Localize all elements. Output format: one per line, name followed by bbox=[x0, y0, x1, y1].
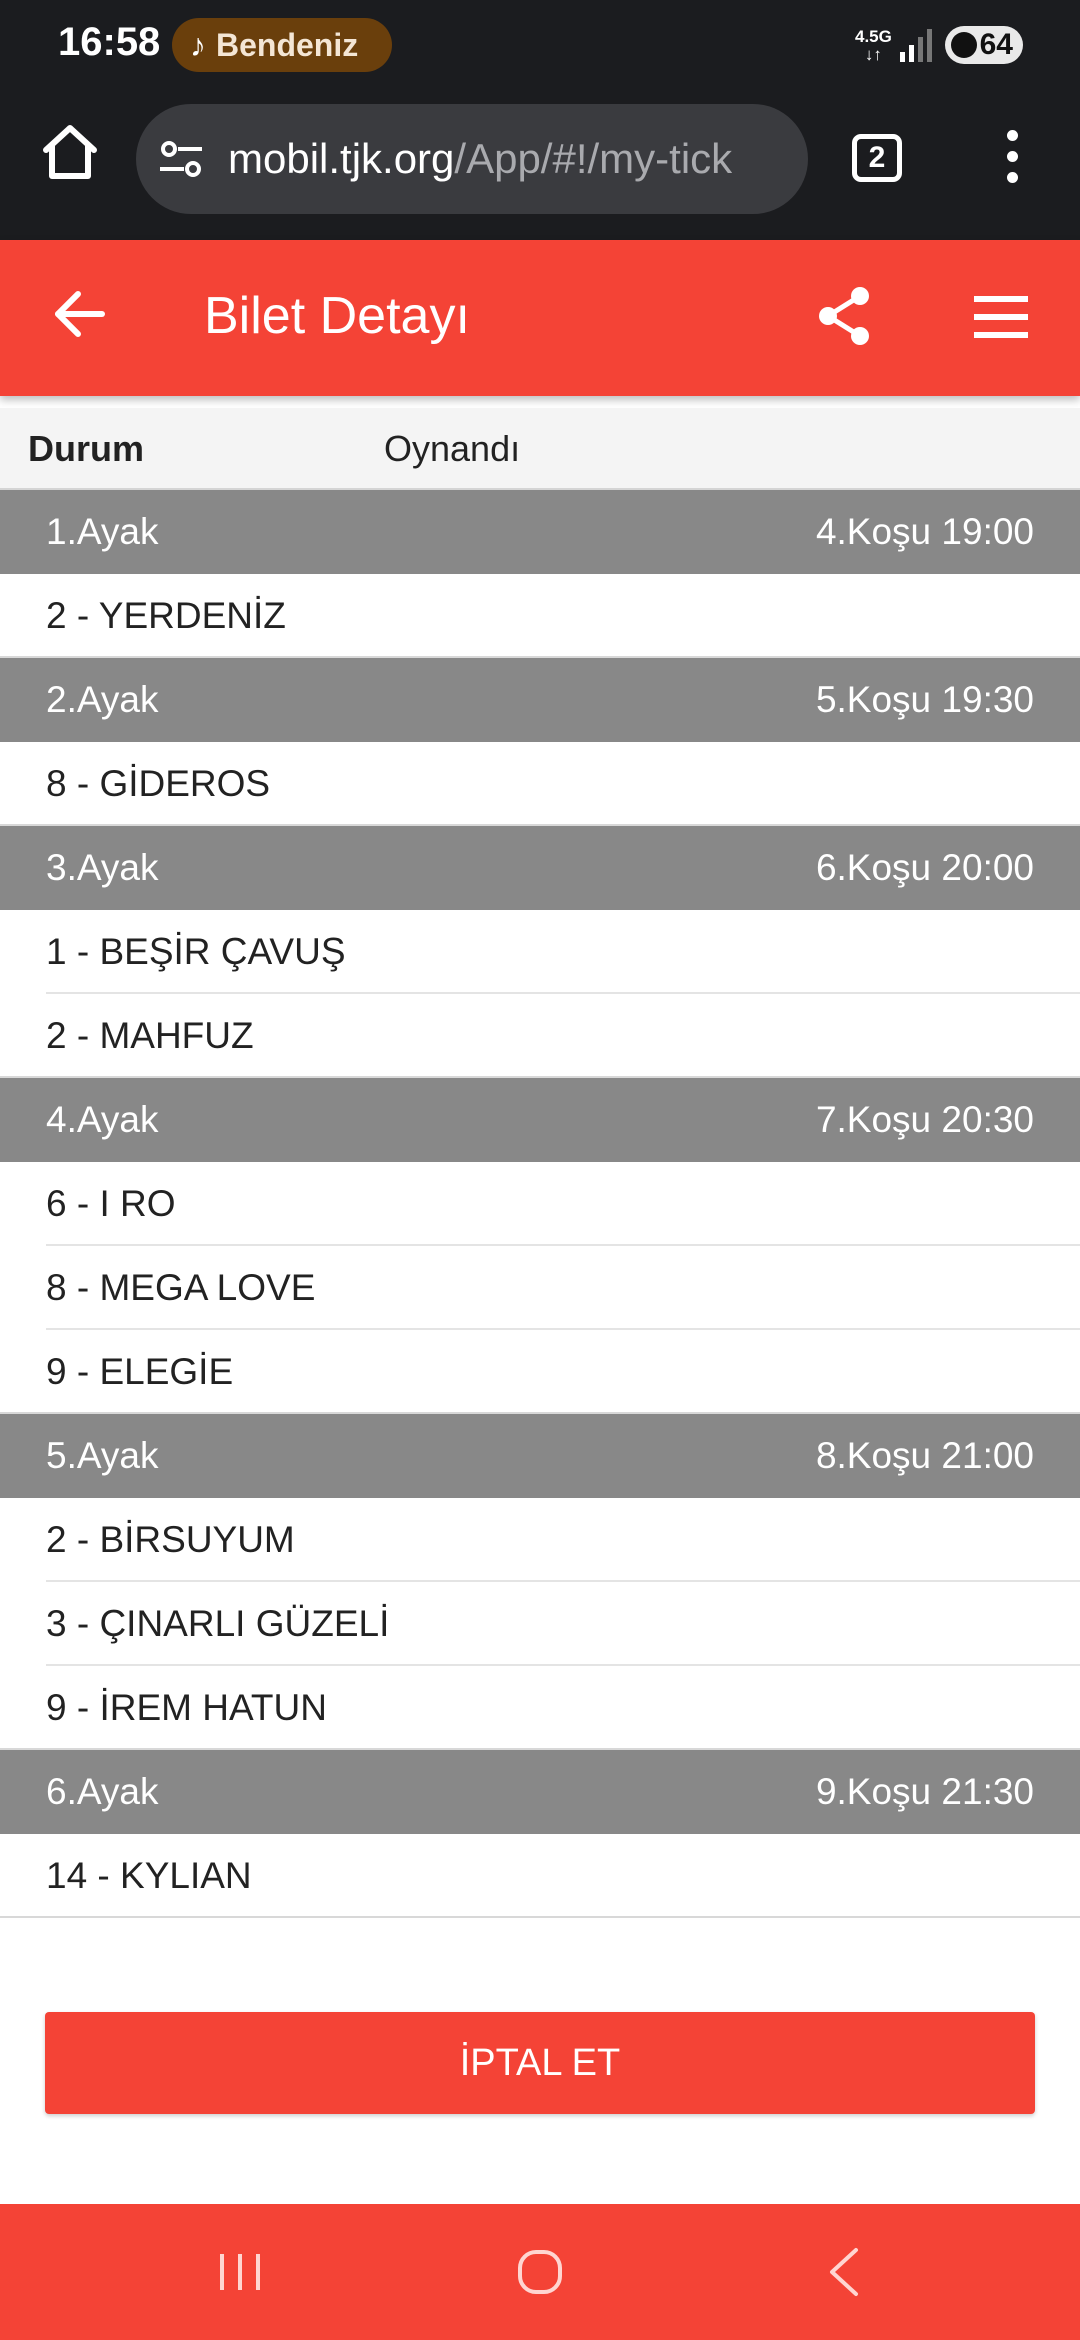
battery-level: 64 bbox=[979, 28, 1013, 61]
race-time: 7.Koşu 20:30 bbox=[815, 1099, 1034, 1140]
horse-row: 8 - MEGA LOVE bbox=[0, 1246, 1080, 1330]
horse-row: 2 - YERDENİZ bbox=[0, 574, 1080, 658]
recent-apps-icon[interactable] bbox=[216, 2250, 264, 2294]
browser-toolbar: mobil.tjk.org/App/#!/my-tick 2 bbox=[0, 98, 1080, 218]
horse-row: 2 - BİRSUYUM bbox=[0, 1498, 1080, 1582]
media-playing-chip[interactable]: ♪ Bendeniz bbox=[172, 18, 392, 72]
site-settings-icon[interactable] bbox=[158, 139, 204, 179]
horse-row: 1 - BEŞİR ÇAVUŞ bbox=[0, 910, 1080, 994]
url-host: mobil.tjk.org bbox=[228, 135, 455, 182]
status-value: Oynandı bbox=[384, 428, 521, 469]
tab-switcher-button[interactable]: 2 bbox=[852, 134, 902, 182]
hamburger-menu-icon[interactable] bbox=[974, 296, 1028, 338]
horse-row: 8 - GİDEROS bbox=[0, 742, 1080, 826]
page-title: Bilet Detayı bbox=[204, 287, 470, 345]
home-button-icon[interactable] bbox=[516, 2248, 564, 2296]
battery-indicator: 64 bbox=[945, 26, 1023, 64]
more-options-icon[interactable] bbox=[1000, 130, 1024, 190]
music-note-icon: ♪ bbox=[190, 26, 206, 63]
race-time: 8.Koşu 21:00 bbox=[815, 1435, 1034, 1476]
horse-row: 6 - I RO bbox=[0, 1162, 1080, 1246]
share-icon[interactable] bbox=[812, 284, 876, 348]
app-header: Bilet Detayı bbox=[0, 240, 1080, 396]
ticket-status-row: Durum Oynandı bbox=[0, 408, 1080, 490]
leg-header: 3.Ayak 6.Koşu 20:00 bbox=[0, 826, 1080, 910]
leg-header: 5.Ayak 8.Koşu 21:00 bbox=[0, 1414, 1080, 1498]
media-chip-text: Bendeniz bbox=[216, 26, 359, 63]
status-bar: 16:58 ♪ Bendeniz 4.5G ↓↑ 64 bbox=[0, 0, 1080, 90]
leg-title: 4.Ayak bbox=[46, 1099, 159, 1140]
leg-title: 2.Ayak bbox=[46, 679, 159, 720]
power-saving-icon bbox=[951, 32, 977, 58]
screen: 16:58 ♪ Bendeniz 4.5G ↓↑ 64 mobil.tjk.or… bbox=[0, 0, 1080, 2340]
leg-header: 6.Ayak 9.Koşu 21:30 bbox=[0, 1750, 1080, 1834]
leg-header: 1.Ayak 4.Koşu 19:00 bbox=[0, 490, 1080, 574]
address-bar[interactable]: mobil.tjk.org/App/#!/my-tick bbox=[136, 104, 808, 214]
leg-title: 1.Ayak bbox=[46, 511, 159, 552]
back-button-icon[interactable] bbox=[826, 2246, 862, 2298]
home-icon[interactable] bbox=[38, 120, 102, 184]
cancel-ticket-button[interactable]: İPTAL ET bbox=[45, 2012, 1035, 2114]
leg-title: 6.Ayak bbox=[46, 1771, 159, 1812]
race-time: 4.Koşu 19:00 bbox=[815, 511, 1034, 552]
leg-title: 5.Ayak bbox=[46, 1435, 159, 1476]
horse-row: 14 - KYLIAN bbox=[0, 1834, 1080, 1918]
leg-header: 4.Ayak 7.Koşu 20:30 bbox=[0, 1078, 1080, 1162]
network-type: 4.5G ↓↑ bbox=[855, 28, 892, 64]
horse-row: 9 - ELEGİE bbox=[0, 1330, 1080, 1414]
system-navigation-bar bbox=[0, 2204, 1080, 2340]
race-time: 5.Koşu 19:30 bbox=[815, 679, 1034, 720]
leg-header: 2.Ayak 5.Koşu 19:30 bbox=[0, 658, 1080, 742]
signal-icon bbox=[900, 29, 932, 62]
url-path: /App/#!/my-tick bbox=[454, 135, 733, 182]
legs-list: 1.Ayak 4.Koşu 19:00 2 - YERDENİZ 2.Ayak 5.Ko… bbox=[0, 490, 1080, 1918]
leg-title: 3.Ayak bbox=[46, 847, 159, 888]
race-time: 9.Koşu 21:30 bbox=[815, 1771, 1034, 1812]
horse-row: 9 - İREM HATUN bbox=[0, 1666, 1080, 1750]
race-time: 6.Koşu 20:00 bbox=[815, 847, 1034, 888]
horse-row: 3 - ÇINARLI GÜZELİ bbox=[0, 1582, 1080, 1666]
url-text[interactable]: mobil.tjk.org/App/#!/my-tick bbox=[228, 135, 732, 183]
status-label: Durum bbox=[28, 428, 144, 469]
network-type-label: 4.5G bbox=[855, 27, 892, 46]
horse-row: 2 - MAHFUZ bbox=[0, 994, 1080, 1078]
data-arrows-icon: ↓↑ bbox=[864, 45, 882, 64]
browser-chrome: 16:58 ♪ Bendeniz 4.5G ↓↑ 64 mobil.tjk.or… bbox=[0, 0, 1080, 240]
back-arrow-icon[interactable] bbox=[50, 284, 110, 344]
status-time: 16:58 bbox=[58, 20, 161, 64]
